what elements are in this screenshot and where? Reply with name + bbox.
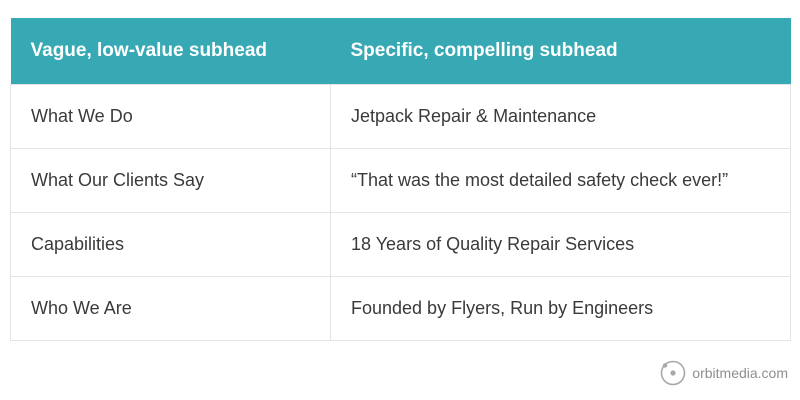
vague-subhead-cell: Capabilities [10, 211, 331, 277]
vague-subhead-cell: Who We Are [10, 275, 331, 341]
table-body: What We Do Jetpack Repair & Maintenance … [10, 83, 791, 341]
specific-subhead-cell: Founded by Flyers, Run by Engineers [330, 275, 791, 341]
specific-subhead-cell: 18 Years of Quality Repair Services [330, 211, 791, 277]
table-row: Capabilities 18 Years of Quality Repair … [10, 211, 791, 277]
vague-subhead-cell: What We Do [10, 83, 331, 149]
table-row: Who We Are Founded by Flyers, Run by Eng… [10, 275, 791, 341]
orbitmedia-logo: orbitmedia.com [660, 360, 788, 386]
header-vague-subhead: Vague, low-value subhead [10, 18, 331, 84]
table-row: What We Do Jetpack Repair & Maintenance [10, 83, 791, 149]
table-row: What Our Clients Say “That was the most … [10, 147, 791, 213]
specific-subhead-cell: “That was the most detailed safety check… [330, 147, 791, 213]
vague-subhead-cell: What Our Clients Say [10, 147, 331, 213]
comparison-table: Vague, low-value subhead Specific, compe… [10, 18, 791, 341]
orbit-icon [660, 360, 686, 386]
header-specific-subhead: Specific, compelling subhead [330, 18, 791, 84]
table-header: Vague, low-value subhead Specific, compe… [10, 18, 791, 84]
specific-subhead-cell: Jetpack Repair & Maintenance [330, 83, 791, 149]
header-row: Vague, low-value subhead Specific, compe… [10, 18, 791, 84]
logo-text: orbitmedia.com [692, 365, 788, 381]
